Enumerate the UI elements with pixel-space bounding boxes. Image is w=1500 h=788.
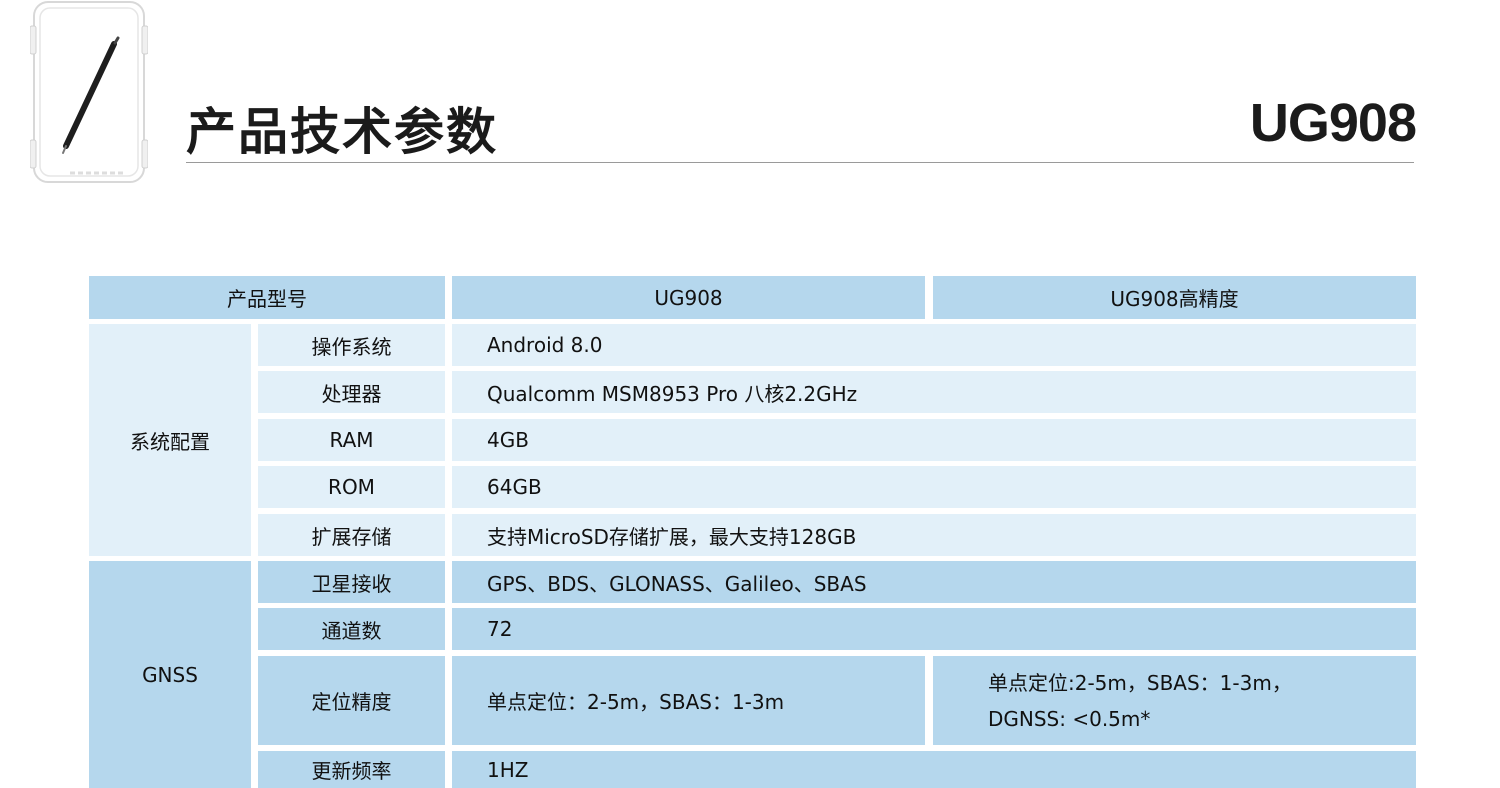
model-title: UG908: [1249, 93, 1417, 153]
accuracy-line-2: DGNSS: <0.5m*: [988, 706, 1151, 731]
row-value-processor: Qualcomm MSM8953 Pro 八核2.2GHz: [452, 371, 1416, 413]
row-label-rom: ROM: [258, 466, 445, 508]
row-label-ram: RAM: [258, 419, 445, 461]
header-model-ug908-high-precision: UG908高精度: [933, 276, 1416, 319]
row-label-channels: 通道数: [258, 608, 445, 650]
row-label-processor: 处理器: [258, 371, 445, 413]
accuracy-line-1: 单点定位:2-5m，SBAS：1-3m，: [988, 670, 1292, 695]
row-label-satellite: 卫星接收: [258, 561, 445, 603]
row-value-expand-storage: 支持MicroSD存储扩展，最大支持128GB: [452, 514, 1416, 556]
row-value-accuracy-ug908: 单点定位：2-5m，SBAS：1-3m: [452, 656, 925, 745]
row-value-rom: 64GB: [452, 466, 1416, 508]
row-value-channels: 72: [452, 608, 1416, 650]
row-value-update-rate: 1HZ: [452, 751, 1416, 788]
group-system-config: 系统配置: [89, 324, 251, 556]
header-model-ug908: UG908: [452, 276, 925, 319]
row-label-expand-storage: 扩展存储: [258, 514, 445, 556]
row-label-os: 操作系统: [258, 324, 445, 366]
row-value-os: Android 8.0: [452, 324, 1416, 366]
row-label-accuracy: 定位精度: [258, 656, 445, 745]
row-value-ram: 4GB: [452, 419, 1416, 461]
row-value-satellite: GPS、BDS、GLONASS、Galileo、SBAS: [452, 561, 1416, 603]
device-illustration: [30, 1, 148, 183]
header-product-model: 产品型号: [89, 276, 445, 319]
group-gnss: GNSS: [89, 561, 251, 788]
row-value-accuracy-high-precision: 单点定位:2-5m，SBAS：1-3m， DGNSS: <0.5m*: [933, 656, 1416, 745]
page-title: 产品技术参数: [186, 103, 498, 161]
row-label-update-rate: 更新频率: [258, 751, 445, 788]
title-divider: [186, 162, 1414, 163]
